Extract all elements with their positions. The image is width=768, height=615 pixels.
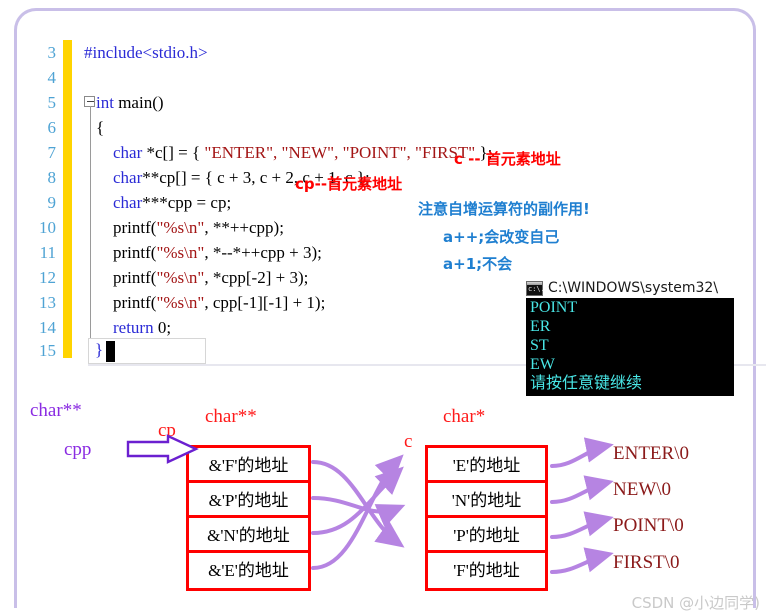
line-number: 13 xyxy=(39,293,56,312)
code-line[interactable]: { xyxy=(96,115,104,140)
cp-array-cell: &'E'的地址 xyxy=(208,561,289,580)
cp-array-boxes: &'F'的地址 &'P'的地址 &'N'的地址 &'E'的地址 xyxy=(186,445,311,591)
code-token: , **++cpp); xyxy=(204,218,284,237)
code-token: char xyxy=(96,193,143,212)
code-token: "%s\n" xyxy=(156,293,205,312)
code-token: , *cpp[-2] + 3); xyxy=(204,268,309,287)
code-token: , *--*++cpp + 3); xyxy=(204,243,322,262)
c-array-boxes: 'E'的地址 'N'的地址 'P'的地址 'F'的地址 xyxy=(425,445,548,591)
code-token: <stdio.h> xyxy=(142,43,208,62)
line-number: 14 xyxy=(39,318,56,337)
line-number: 3 xyxy=(47,43,57,62)
label-char-star: char* xyxy=(443,406,486,427)
watermark: CSDN @小边同学) xyxy=(631,594,760,612)
code-token: "%s\n" xyxy=(156,243,205,262)
line-number: 11 xyxy=(39,243,56,262)
code-token: { xyxy=(96,118,105,137)
code-line[interactable]: printf("%s\n", cpp[-1][-1] + 1); xyxy=(96,290,325,315)
line-number: 7 xyxy=(47,143,57,162)
console-line: EW xyxy=(530,356,555,373)
label-char-double-star-mid: char** xyxy=(205,406,257,427)
screenshot-root: 3 4 5 6 7 8 9 10 11 12 13 14 15 #include… xyxy=(0,0,768,615)
string-literal: ENTER\0 xyxy=(613,443,689,464)
line-number: 15 xyxy=(39,341,56,360)
current-line-box[interactable]: } xyxy=(88,338,206,364)
code-line[interactable]: char *c[] = { "ENTER", "NEW", "POINT", "… xyxy=(96,140,492,165)
cmd-icon xyxy=(526,280,545,296)
console-title-bar[interactable]: C:\WINDOWS\system32\ xyxy=(526,278,734,298)
closing-brace: } xyxy=(95,340,104,359)
label-char-double-star-left: char** xyxy=(30,400,82,421)
line-number: 12 xyxy=(39,268,56,287)
label-cpp: cpp xyxy=(64,439,92,460)
code-token: printf( xyxy=(96,293,157,312)
console-line: ER xyxy=(530,318,551,335)
pointer-diagram: char** cpp cp char** c char* &'F'的地址 &'P… xyxy=(0,395,768,615)
code-token: 0; xyxy=(153,318,172,337)
code-token: , cpp[-1][-1] + 1); xyxy=(204,293,326,312)
c-array-cell: 'F'的地址 xyxy=(453,561,520,580)
string-literal: FIRST\0 xyxy=(613,552,680,573)
console-window[interactable]: C:\WINDOWS\system32\ POINT ER ST EW 请按任意… xyxy=(526,278,734,396)
cp-array-cell: &'N'的地址 xyxy=(189,518,308,553)
code-token: int xyxy=(96,93,114,112)
c-array-cell: 'P'的地址 xyxy=(428,518,545,553)
code-token: #include xyxy=(84,43,143,62)
code-token: main() xyxy=(113,93,164,112)
code-token: return xyxy=(96,318,154,337)
console-line: 请按任意键继续 xyxy=(530,375,643,392)
text-caret xyxy=(106,341,115,362)
annotation-increment-side-effect: 注意自增运算符的副作用! xyxy=(418,200,590,218)
code-token: "%s\n" xyxy=(156,218,205,237)
code-token: ***cpp = cp; xyxy=(142,193,232,212)
annotation-a-plus-plus: a++;会改变自己 xyxy=(443,228,560,246)
string-literal: POINT\0 xyxy=(613,515,684,536)
code-line[interactable]: printf("%s\n", **++cpp); xyxy=(96,215,284,240)
c-array-cell: 'N'的地址 xyxy=(428,483,545,518)
line-number: 8 xyxy=(47,168,57,187)
code-line[interactable]: int main() xyxy=(96,90,164,115)
annotation-cp-first-element: cp--首元素地址 xyxy=(295,175,403,193)
code-line[interactable]: #include<stdio.h> xyxy=(84,40,208,65)
code-token: printf( xyxy=(96,218,157,237)
annotation-a-plus-one: a+1;不会 xyxy=(443,255,513,273)
line-number: 5 xyxy=(47,93,57,112)
cp-array-cell: &'F'的地址 xyxy=(189,448,308,483)
code-token: printf( xyxy=(96,268,157,287)
line-number: 4 xyxy=(47,68,57,87)
console-output: POINT ER ST EW 请按任意键继续 xyxy=(526,298,734,396)
annotation-c-first-element: c -- 首元素地址 xyxy=(454,150,561,168)
fold-guide-line xyxy=(90,106,91,354)
console-title-text: C:\WINDOWS\system32\ xyxy=(548,280,719,296)
code-token: "ENTER", "NEW", "POINT", "FIRST" xyxy=(204,143,476,162)
code-line[interactable]: printf("%s\n", *--*++cpp + 3); xyxy=(96,240,322,265)
label-cp: cp xyxy=(158,420,176,441)
change-bar xyxy=(63,40,72,358)
code-line[interactable]: return 0; xyxy=(96,315,171,340)
code-token: char xyxy=(96,143,143,162)
line-number: 9 xyxy=(47,193,57,212)
line-number: 6 xyxy=(47,118,57,137)
code-line[interactable]: printf("%s\n", *cpp[-2] + 3); xyxy=(96,265,308,290)
line-number: 10 xyxy=(39,218,56,237)
code-token: *c[] = { xyxy=(142,143,205,162)
code-token: printf( xyxy=(96,243,157,262)
cp-array-cell: &'P'的地址 xyxy=(189,483,308,518)
c-array-cell: 'E'的地址 xyxy=(428,448,545,483)
label-c: c xyxy=(404,431,413,452)
console-line: POINT xyxy=(530,299,578,316)
console-line: ST xyxy=(530,337,549,354)
code-token: "%s\n" xyxy=(156,268,205,287)
code-token: char xyxy=(96,168,143,187)
string-literal: NEW\0 xyxy=(613,479,672,500)
code-line[interactable]: char***cpp = cp; xyxy=(96,190,231,215)
